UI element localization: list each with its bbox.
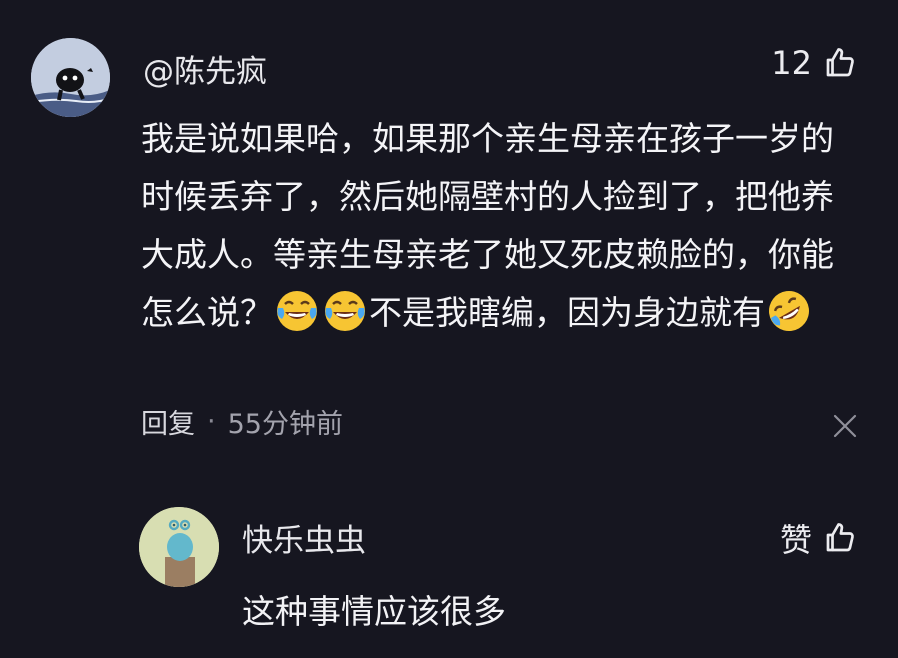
comment-text-part2: 不是我瞎编，因为身边就有 [369, 293, 765, 332]
meta-separator: · [207, 406, 216, 437]
thumbs-up-icon [826, 48, 854, 77]
commenter-avatar[interactable] [31, 38, 110, 117]
comment-text: 我是说如果哈，如果那个亲生母亲在孩子一岁的时候丢弃了，然后她隔壁村的人捡到了，把… [141, 110, 861, 342]
thumbs-up-icon [826, 523, 854, 552]
reply-text: 这种事情应该很多 [242, 592, 506, 631]
close-icon[interactable] [832, 413, 858, 439]
commenter-username[interactable]: @陈先疯 [143, 46, 267, 91]
reply-button[interactable]: 回复 [141, 402, 195, 441]
reply-username[interactable]: 快乐虫虫 [242, 515, 366, 560]
like-count: 12 [771, 44, 812, 82]
comment-timestamp: 55分钟前 [227, 409, 343, 440]
reply-like-button[interactable]: 赞 [780, 515, 858, 561]
reply-avatar[interactable] [139, 507, 219, 587]
face-rolling-laughing-icon [769, 291, 809, 331]
face-tears-of-joy-icon [325, 291, 365, 331]
face-tears-of-joy-icon [277, 291, 317, 331]
reply-like-label: 赞 [779, 521, 812, 559]
comment-meta: 回复 · 55分钟前 [141, 402, 343, 441]
like-button[interactable]: 12 [771, 44, 858, 82]
